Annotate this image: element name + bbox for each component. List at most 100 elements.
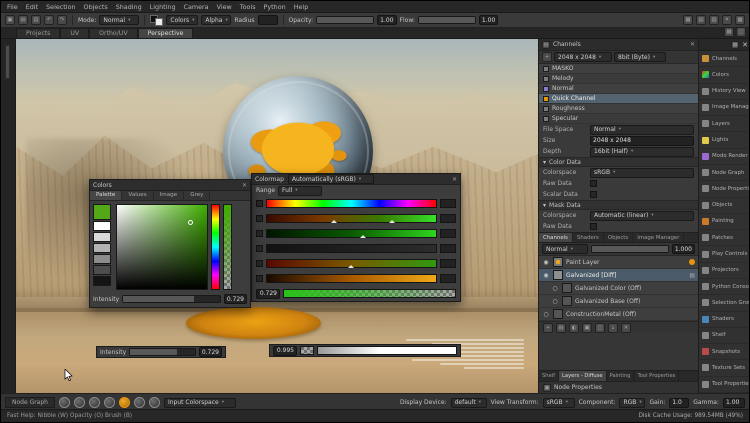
- lighting-icon[interactable]: ☀: [722, 15, 732, 25]
- palette-item-layers[interactable]: Layers: [699, 116, 750, 132]
- add-group-icon[interactable]: ▤: [556, 323, 566, 333]
- mask-raw-checkbox[interactable]: [590, 223, 597, 230]
- hue-gradient-bar[interactable]: [266, 199, 437, 208]
- tab-image-manager[interactable]: Image Manager: [633, 233, 684, 242]
- colorspace-select[interactable]: sRGB: [590, 168, 694, 178]
- brush-tool-icon[interactable]: [149, 397, 160, 408]
- layer-opacity-slider[interactable]: [591, 245, 669, 253]
- opacity-slider[interactable]: [316, 16, 374, 24]
- menu-tools[interactable]: Tools: [240, 3, 256, 11]
- palette-item-channels[interactable]: Channels: [699, 51, 750, 67]
- white-value-field[interactable]: 0.995: [273, 346, 297, 356]
- opacity-value[interactable]: 1.00: [377, 15, 396, 25]
- saturation-value-square[interactable]: [116, 204, 208, 290]
- open-icon[interactable]: ▤: [18, 15, 28, 25]
- alpha-select[interactable]: Alpha: [201, 15, 231, 25]
- foreground-background-swatches[interactable]: [150, 15, 163, 26]
- undo-icon[interactable]: ↶: [44, 15, 54, 25]
- channel-row[interactable]: Specular: [539, 114, 698, 124]
- visibility-icon[interactable]: ◉: [542, 272, 550, 279]
- menu-help[interactable]: Help: [294, 3, 309, 11]
- add-mask-icon[interactable]: ▣: [582, 323, 592, 333]
- channel-row[interactable]: Melody: [539, 74, 698, 84]
- channel-checkbox[interactable]: [256, 200, 263, 207]
- channel-checkbox[interactable]: [256, 260, 263, 267]
- paint-mode-select[interactable]: Normal: [99, 15, 139, 25]
- palette-item-selection-groups[interactable]: Selection Groups: [699, 295, 750, 311]
- value-box[interactable]: [440, 259, 456, 268]
- close-icon[interactable]: ✕: [742, 41, 748, 49]
- intensity-slider[interactable]: [122, 295, 221, 303]
- channel-size-select[interactable]: 2048 x 2048: [554, 52, 612, 62]
- input-colorspace-select[interactable]: Input Colorspace: [164, 398, 236, 408]
- file-space-select[interactable]: Normal: [590, 125, 694, 135]
- menu-lighting[interactable]: Lighting: [150, 3, 176, 11]
- projection-icon[interactable]: ▧: [696, 15, 706, 25]
- brush-tool-icon[interactable]: [59, 397, 70, 408]
- channel-row[interactable]: Roughness: [539, 104, 698, 114]
- alpha-gradient-bar[interactable]: [283, 289, 456, 298]
- layout-grid-icon[interactable]: ▦: [724, 27, 734, 37]
- redo-icon[interactable]: ↷: [57, 15, 67, 25]
- layer-row[interactable]: ○ ConstructionMetal (Off): [539, 308, 698, 321]
- save-icon[interactable]: ▥: [31, 15, 41, 25]
- mask-icon[interactable]: ▨: [709, 15, 719, 25]
- tab-values[interactable]: Values: [122, 191, 153, 200]
- palette-item-node-graph[interactable]: Node Graph: [699, 165, 750, 181]
- gutter-slider[interactable]: [5, 45, 10, 79]
- view-transform-select[interactable]: sRGB: [543, 398, 575, 408]
- value-box[interactable]: [440, 244, 456, 253]
- close-icon[interactable]: ✕: [242, 182, 247, 189]
- palette-item-painting[interactable]: Painting: [699, 214, 750, 230]
- node-graph-tab[interactable]: Node Graph: [5, 397, 55, 408]
- colors-panel-titlebar[interactable]: Colors ✕: [90, 180, 250, 191]
- channel-row-selected[interactable]: Quick Channel: [539, 94, 698, 104]
- duplicate-layer-icon[interactable]: ◫: [595, 323, 605, 333]
- tab-shelf[interactable]: Shelf: [539, 371, 559, 381]
- mask-colorspace-select[interactable]: Automatic (linear): [590, 211, 694, 221]
- layer-row[interactable]: ◉ Paint Layer: [539, 256, 698, 269]
- raw-data-checkbox[interactable]: [590, 180, 597, 187]
- node-properties-tab[interactable]: ▣ Node Properties: [539, 381, 698, 393]
- display-device-select[interactable]: default: [451, 398, 487, 408]
- channel-checkbox[interactable]: [256, 215, 263, 222]
- menu-edit[interactable]: Edit: [26, 3, 38, 11]
- depth-select[interactable]: 16bit (Half): [590, 147, 694, 157]
- add-channel-icon[interactable]: +: [542, 52, 552, 62]
- wireframe-icon[interactable]: ▩: [735, 15, 745, 25]
- orange-gradient-bar[interactable]: [266, 274, 437, 283]
- palette-item-colors[interactable]: Colors: [699, 67, 750, 83]
- intensity-value[interactable]: 0.729: [224, 294, 247, 304]
- close-icon[interactable]: ✕: [690, 41, 695, 48]
- colormap-select[interactable]: Automatically (sRGB): [288, 174, 374, 184]
- palette-item-tool-properties[interactable]: Tool Properties: [699, 377, 750, 393]
- white-gradient-bar[interactable]: [317, 346, 457, 355]
- palette-item-play-controls[interactable]: Play Controls: [699, 246, 750, 262]
- visibility-icon[interactable]: ○: [551, 298, 559, 305]
- channel-checkbox[interactable]: [256, 275, 263, 282]
- layer-row[interactable]: ○ Galvanized Base (Off): [539, 295, 698, 308]
- gray-swatch[interactable]: [93, 265, 111, 275]
- red-green-gradient-bar[interactable]: [266, 214, 437, 223]
- brush-tool-icon[interactable]: [134, 397, 145, 408]
- menu-view[interactable]: View: [217, 3, 232, 11]
- current-color-swatch[interactable]: [93, 204, 111, 220]
- component-select[interactable]: RGB: [619, 398, 645, 408]
- delete-layer-icon[interactable]: ✕: [621, 323, 631, 333]
- value-box[interactable]: [440, 214, 456, 223]
- gain-field[interactable]: 1.0: [669, 398, 689, 408]
- gray-swatch[interactable]: [93, 221, 111, 231]
- dark-gradient-bar[interactable]: [266, 244, 437, 253]
- value-box[interactable]: [440, 229, 456, 238]
- gray-swatch[interactable]: [93, 232, 111, 242]
- channels-palette-header[interactable]: ▤ Channels ✕: [539, 39, 698, 51]
- palette-item-modo-render[interactable]: Modo Render: [699, 149, 750, 165]
- palette-item-texture-sets[interactable]: Texture Sets: [699, 360, 750, 376]
- palette-item-image-manager[interactable]: Image Manager: [699, 100, 750, 116]
- tab-layers-diffuse[interactable]: Layers - Diffuse: [559, 371, 607, 381]
- palette-item-shaders[interactable]: Shaders: [699, 312, 750, 328]
- merge-layer-icon[interactable]: ⇣: [608, 323, 618, 333]
- tab-channels[interactable]: Channels: [539, 233, 573, 242]
- mixed-gradient-bar[interactable]: [266, 259, 437, 268]
- gamma-field[interactable]: 1.00: [723, 398, 745, 408]
